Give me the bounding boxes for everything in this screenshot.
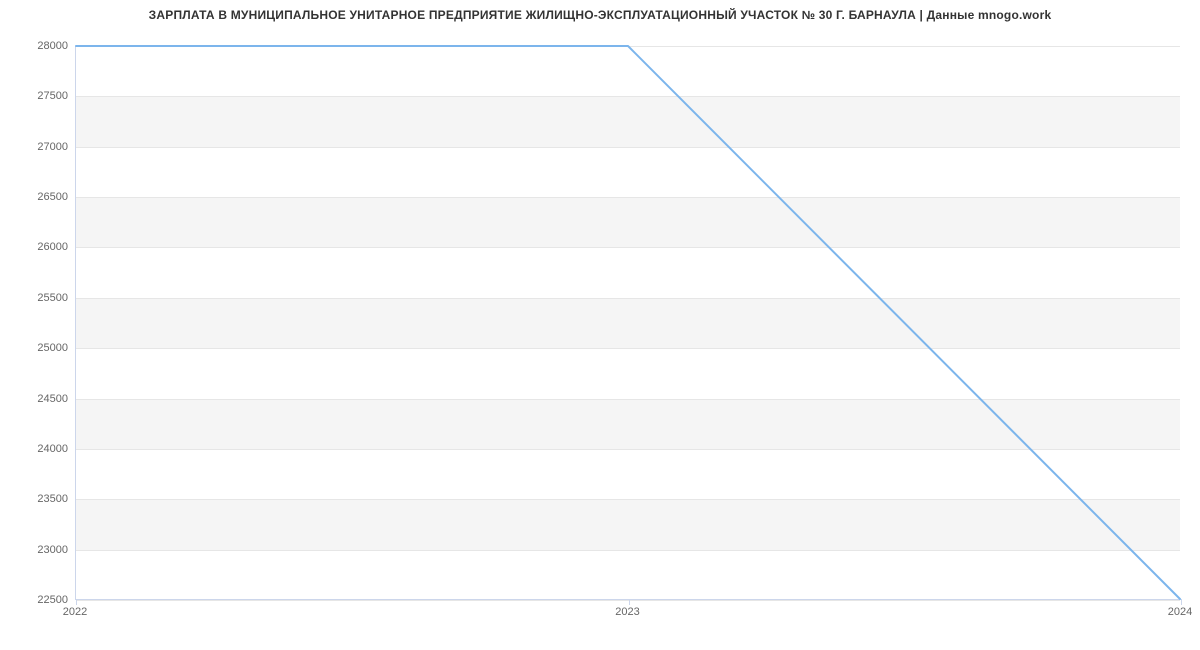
- y-axis-label: 26500: [37, 191, 68, 203]
- y-axis-label: 25000: [37, 342, 68, 354]
- y-axis-label: 24500: [37, 393, 68, 405]
- y-axis-label: 22500: [37, 594, 68, 606]
- plot-area: [75, 46, 1180, 600]
- x-axis-label: 2022: [63, 606, 87, 618]
- y-axis-label: 27500: [37, 90, 68, 102]
- y-axis-label: 25500: [37, 292, 68, 304]
- y-axis-label: 24000: [37, 443, 68, 455]
- y-axis-label: 23500: [37, 493, 68, 505]
- x-axis-label: 2023: [615, 606, 639, 618]
- series-line: [76, 46, 1180, 599]
- y-axis-label: 23000: [37, 544, 68, 556]
- line-series: [76, 46, 1180, 599]
- x-axis-label: 2024: [1168, 606, 1192, 618]
- y-axis-label: 26000: [37, 241, 68, 253]
- y-axis-label: 28000: [37, 40, 68, 52]
- x-tick: [1181, 599, 1182, 605]
- x-tick: [629, 599, 630, 605]
- x-tick: [76, 599, 77, 605]
- y-axis-label: 27000: [37, 141, 68, 153]
- chart-title: ЗАРПЛАТА В МУНИЦИПАЛЬНОЕ УНИТАРНОЕ ПРЕДП…: [0, 8, 1200, 22]
